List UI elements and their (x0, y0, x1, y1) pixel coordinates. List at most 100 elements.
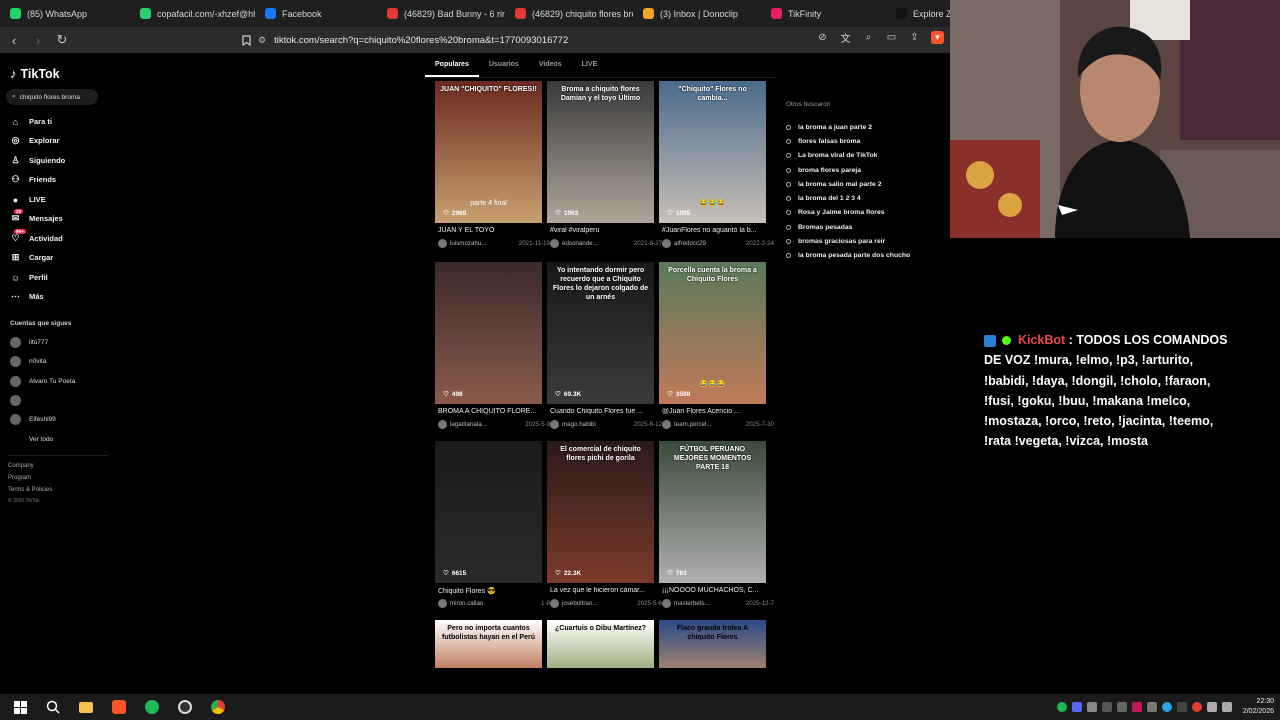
forward-icon[interactable]: › (28, 30, 48, 50)
sidebar-item-mensajes[interactable]: ✉ 25 Mensajes (10, 209, 63, 224)
video-caption[interactable]: JUAN Y EL TOYO (438, 227, 550, 234)
telegram-tray-icon[interactable] (1161, 702, 1172, 712)
discord-tray-icon[interactable] (1071, 702, 1082, 712)
search-input[interactable]: ⌕ chiquito flores broma (6, 89, 98, 105)
video-thumbnail[interactable]: JUAN "CHIQUITO" FLORES!! parte 4 final (435, 81, 542, 223)
video-author[interactable]: lagatitanala... (450, 421, 487, 428)
browser-tab[interactable]: Explore Zu (886, 0, 950, 27)
video-author[interactable]: team.porcel... (674, 421, 712, 428)
footer-link[interactable]: Program (8, 475, 31, 481)
video-thumbnail[interactable]: Porcella cuenta la broma a Chiquito Flor… (659, 262, 766, 404)
search-icon[interactable] (40, 694, 66, 720)
video-caption[interactable]: @Juan Flores Acencio ... (662, 408, 774, 415)
video-author[interactable]: alfredocc29 (674, 240, 706, 247)
related-search-item[interactable]: Bromas pesadas (786, 220, 946, 234)
video-thumbnail[interactable]: Broma a chiquito flores Damian y el toyo… (547, 81, 654, 223)
avatar[interactable] (438, 420, 447, 429)
video-author[interactable]: luismozahu... (450, 240, 486, 247)
tray-app-icon[interactable] (1086, 702, 1097, 712)
chevron-up-icon[interactable] (1176, 702, 1187, 712)
video-thumbnail[interactable] (435, 441, 542, 583)
reload-icon[interactable]: ↻ (52, 30, 72, 50)
back-icon[interactable]: ‹ (4, 30, 24, 50)
browser-tab[interactable]: copafacil.com/-xhzef@hh (130, 0, 255, 27)
record-icon[interactable] (1191, 702, 1202, 712)
address-bar[interactable]: ⚙ tiktok.com/search?q=chiquito%20flores%… (258, 30, 818, 50)
sidebar-item-siguiendo[interactable]: ♙ Siguiendo (10, 155, 65, 166)
avatar[interactable] (438, 599, 447, 608)
file-explorer-icon[interactable] (73, 694, 99, 720)
spotify-tray-icon[interactable] (1056, 702, 1067, 712)
browser-tab[interactable]: (3) Inbox | Donoclip (633, 0, 761, 27)
video-caption[interactable]: #JuanFlores no aguantó la b... (662, 227, 774, 234)
browser-tab[interactable]: (46829) Bad Bunny - 6 ring (377, 0, 505, 27)
avatar[interactable] (662, 599, 671, 608)
windows-start-icon[interactable] (7, 694, 33, 720)
obs-icon[interactable] (172, 694, 198, 720)
video-thumbnail[interactable]: Flaco grauda trolea A chiquito Flores (659, 620, 766, 668)
no-tracking-icon[interactable]: ⊘ (816, 31, 829, 44)
browser-tab[interactable]: TikFinity (761, 0, 886, 27)
video-caption[interactable]: Chiquito Flores 😎 (438, 587, 550, 595)
sidebar-item-explorar[interactable]: ◎ Explorar (10, 135, 60, 146)
tray-app-icon[interactable] (1131, 702, 1142, 712)
video-caption[interactable]: La vez que le hicieron cámar... (550, 587, 662, 594)
related-search-item[interactable]: flores falsas broma (786, 134, 946, 148)
site-info-icon[interactable]: ⚙ (258, 35, 266, 46)
share-icon[interactable]: ⇪ (908, 31, 921, 44)
sidebar-item-ms[interactable]: ⋯ Más (10, 291, 44, 302)
related-search-item[interactable]: la broma pesada parte dos chucho (786, 249, 946, 263)
video-caption[interactable]: BROMA A CHIQUITO FLORE... (438, 408, 550, 415)
followed-account[interactable]: Alvaro Tu Poeta (10, 376, 75, 387)
related-search-item[interactable]: la broma del 1 2 3 4 (786, 191, 946, 205)
network-icon[interactable] (1206, 702, 1217, 712)
video-thumbnail[interactable]: ¿Cuartuis o Dibu Martínez? (547, 620, 654, 668)
spotify-icon[interactable] (139, 694, 165, 720)
related-search-item[interactable]: La broma viral de TikTok (786, 149, 946, 163)
browser-tab[interactable]: Facebook (255, 0, 377, 27)
avatar[interactable] (662, 239, 671, 248)
clock[interactable]: 22:30 2/02/2026 (1243, 697, 1274, 717)
volume-icon[interactable] (1221, 702, 1232, 712)
video-thumbnail[interactable]: "Chiquito" Flores no cambia... 😂😂😂 (659, 81, 766, 223)
avatar[interactable] (550, 420, 559, 429)
avatar[interactable] (662, 420, 671, 429)
video-author[interactable]: joseboltran... (562, 600, 597, 607)
video-thumbnail[interactable]: Pero no importa cuantos futbolistas haya… (435, 620, 542, 668)
related-search-item[interactable]: la broma salio mal parte 2 (786, 177, 946, 191)
video-caption[interactable]: #viral #viralperu (550, 227, 662, 234)
brave-shield-icon[interactable]: ▼ (931, 31, 944, 44)
video-thumbnail[interactable]: Yo intentando dormir pero recuerdo que a… (547, 262, 654, 404)
tab-live[interactable]: LIVE (572, 58, 608, 77)
tab-usuarios[interactable]: Usuarios (479, 58, 529, 77)
sidebar-item-perfil[interactable]: ☺ Perfil (10, 272, 48, 283)
video-author[interactable]: masterbets... (674, 600, 710, 607)
browser-tab[interactable]: (46829) chiquito flores bro (505, 0, 633, 27)
bookmark-icon[interactable] (236, 30, 256, 50)
tab-populares[interactable]: Populares (425, 58, 479, 77)
related-search-item[interactable]: broma flores pareja (786, 163, 946, 177)
zoom-icon[interactable]: ⌕ (862, 31, 875, 44)
browser-tab[interactable]: (85) WhatsApp (0, 0, 130, 27)
followed-account[interactable] (10, 395, 29, 406)
video-caption[interactable]: ¡¡¡NOOOO MUCHACHOS, C... (662, 587, 774, 594)
followed-account[interactable]: n0vita (10, 356, 46, 367)
followed-account[interactable]: lito777 (10, 337, 48, 348)
video-caption[interactable]: Cuando Chiquito Flores fue ... (550, 408, 662, 415)
sidebar-item-actividad[interactable]: ♡ 99+ Actividad (10, 229, 63, 244)
video-author[interactable]: edsonande... (562, 240, 598, 247)
video-thumbnail[interactable]: El comercial de chiquito flores pichi de… (547, 441, 654, 583)
footer-link[interactable]: Company (8, 463, 34, 469)
followed-account[interactable]: Elfeshi99 (10, 414, 56, 425)
translate-icon[interactable]: 文 (839, 31, 852, 45)
video-thumbnail[interactable]: FÚTBOL PERUANO MEJORES MOMENTOS PARTE 18 (659, 441, 766, 583)
cast-icon[interactable]: ▭ (885, 31, 898, 44)
tiktok-logo[interactable]: ♪ TikTok (10, 66, 60, 81)
related-search-item[interactable]: Rosa y Jaime broma flores (786, 206, 946, 220)
steam-tray-icon[interactable] (1101, 702, 1112, 712)
sidebar-item-cargar[interactable]: ⊞ Cargar (10, 252, 53, 263)
see-all-link[interactable]: Ver todo (10, 434, 53, 445)
video-author[interactable]: miron.callao (450, 600, 483, 607)
brave-browser-icon[interactable] (106, 694, 132, 720)
sidebar-item-friends[interactable]: ⚇ Friends (10, 174, 56, 185)
